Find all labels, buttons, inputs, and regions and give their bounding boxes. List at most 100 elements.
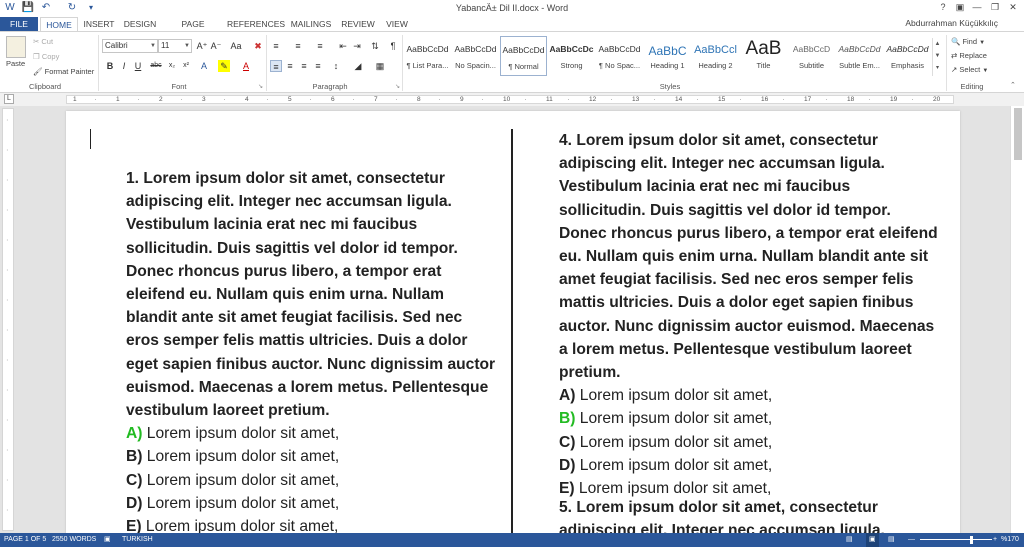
highlight-icon[interactable]: ✎ <box>218 60 230 72</box>
style-heading-1[interactable]: AaBbC Heading 1 <box>644 36 691 76</box>
zoom-level[interactable]: %170 <box>1001 533 1019 547</box>
borders-icon[interactable]: ▦ <box>374 60 386 72</box>
answer-option[interactable]: D) Lorem ipsum dolor sit amet, <box>559 454 939 477</box>
answer-option[interactable]: B) Lorem ipsum dolor sit amet, <box>126 445 496 468</box>
style-normal[interactable]: AaBbCcDd ¶ Normal <box>500 36 547 76</box>
chevron-down-icon[interactable]: ▼ <box>935 53 941 59</box>
style-heading-2[interactable]: AaBbCcl Heading 2 <box>692 36 739 76</box>
question-4[interactable]: 4. Lorem ipsum dolor sit amet, consectet… <box>559 129 939 500</box>
increase-indent-icon[interactable]: ⇥ <box>351 40 363 52</box>
font-dialog-launcher-icon[interactable]: ↘ <box>258 83 263 90</box>
option-text: Lorem ipsum dolor sit amet, <box>575 410 773 428</box>
multilevel-list-icon[interactable]: ≡ <box>314 40 326 52</box>
paste-icon[interactable] <box>6 36 26 58</box>
tab-selector-icon[interactable]: L <box>4 94 14 104</box>
line-spacing-icon[interactable]: ↕ <box>330 60 342 72</box>
tab-mailings[interactable]: MAILINGS <box>288 17 334 32</box>
style-subtitle[interactable]: AaBbCcD Subtitle <box>788 36 835 76</box>
print-layout-icon[interactable]: ▣ <box>866 533 879 547</box>
strikethrough-icon[interactable]: abc <box>150 60 162 72</box>
decrease-indent-icon[interactable]: ⇤ <box>337 40 349 52</box>
minimize-icon[interactable]: — <box>970 1 984 14</box>
bullets-icon[interactable]: ≡ <box>270 40 282 52</box>
format-painter-button[interactable]: 🖌 Format Painter <box>33 67 94 76</box>
font-name-combo[interactable]: Calibri ▼ <box>102 39 158 53</box>
group-divider <box>946 35 947 91</box>
tab-insert[interactable]: INSERT <box>80 17 118 32</box>
change-case-icon[interactable]: Aa <box>228 40 244 52</box>
cut-button[interactable]: ✂ Cut <box>33 37 53 46</box>
font-size-combo[interactable]: 11 ▼ <box>158 39 192 53</box>
collapse-ribbon-icon[interactable]: ⌃ <box>1010 81 1016 89</box>
tab-page-layout[interactable]: PAGE LAYOUT <box>164 17 222 43</box>
paragraph-dialog-launcher-icon[interactable]: ↘ <box>395 83 400 90</box>
style-title[interactable]: AaB Title <box>740 36 787 76</box>
horizontal-ruler[interactable]: 1 · 1 · 2 · 3 · 4 · 5 · 6 · 7 · 8 · 9 · 10 · 11 · 12 · 13 · 14 · 15 · 16… <box>66 95 954 104</box>
zoom-in-icon[interactable]: + <box>993 533 997 547</box>
answer-option[interactable]: A) Lorem ipsum dolor sit amet, <box>559 384 939 407</box>
language-indicator[interactable]: TURKISH <box>122 533 153 547</box>
help-icon[interactable]: ? <box>936 1 950 14</box>
shading-icon[interactable]: ◢ <box>352 60 364 72</box>
answer-option[interactable]: A) Lorem ipsum dolor sit amet, <box>126 422 496 445</box>
show-formatting-icon[interactable]: ¶ <box>387 40 399 52</box>
subscript-icon[interactable]: x₂ <box>166 60 178 72</box>
text-effects-icon[interactable]: A <box>198 60 210 72</box>
style-emphasis[interactable]: AaBbCcDd Emphasis <box>884 36 931 76</box>
more-styles-icon[interactable]: ▾ <box>936 65 939 71</box>
answer-option[interactable]: C) Lorem ipsum dolor sit amet, <box>126 469 496 492</box>
tab-home[interactable]: HOME <box>40 17 78 32</box>
zoom-out-icon[interactable]: — <box>908 533 915 547</box>
style-list-para[interactable]: AaBbCcDd ¶ List Para... <box>404 36 451 76</box>
align-left-icon[interactable]: ≡ <box>270 60 282 72</box>
numbering-icon[interactable]: ≡ <box>292 40 304 52</box>
style-strong[interactable]: AaBbCcDc Strong <box>548 36 595 76</box>
copy-button[interactable]: ❐ Copy <box>33 52 59 61</box>
question-1[interactable]: 1. Lorem ipsum dolor sit amet, consectet… <box>126 167 496 538</box>
style-subtle-em[interactable]: AaBbCcDd Subtle Em... <box>836 36 883 76</box>
chevron-up-icon[interactable]: ▲ <box>935 41 941 47</box>
tab-design[interactable]: DESIGN <box>120 17 160 32</box>
close-icon[interactable]: ✕ <box>1006 1 1020 14</box>
scroll-thumb[interactable] <box>1014 108 1022 160</box>
word-count[interactable]: 2550 WORDS <box>52 533 96 547</box>
answer-option[interactable]: B) Lorem ipsum dolor sit amet, <box>559 407 939 430</box>
align-right-icon[interactable]: ≡ <box>298 60 310 72</box>
grow-font-icon[interactable]: A⁺ <box>196 40 208 52</box>
answer-option[interactable]: C) Lorem ipsum dolor sit amet, <box>559 431 939 454</box>
zoom-slider[interactable] <box>920 539 992 540</box>
replace-button[interactable]: ⇄ Replace <box>951 51 987 60</box>
vertical-scrollbar[interactable] <box>1010 106 1024 533</box>
answer-option[interactable]: D) Lorem ipsum dolor sit amet, <box>126 492 496 515</box>
font-color-icon[interactable]: A <box>240 60 252 72</box>
underline-icon[interactable]: U <box>132 60 144 72</box>
vertical-ruler[interactable]: · · · · · · · · · · · · · · <box>2 108 14 531</box>
justify-icon[interactable]: ≡ <box>312 60 324 72</box>
shrink-font-icon[interactable]: A⁻ <box>210 40 222 52</box>
proofing-icon[interactable]: ▣ <box>104 533 111 547</box>
tab-view[interactable]: VIEW <box>380 17 414 32</box>
select-button[interactable]: ↗ Select ▼ <box>951 65 988 74</box>
find-button[interactable]: 🔍 Find ▼ <box>951 37 985 46</box>
document-page[interactable]: 1. Lorem ipsum dolor sit amet, consectet… <box>66 111 960 547</box>
read-mode-icon[interactable]: ▤ <box>846 533 853 547</box>
user-name[interactable]: Abdurrahman Küçükkılıç <box>905 18 998 28</box>
italic-icon[interactable]: I <box>118 60 130 72</box>
bold-icon[interactable]: B <box>104 60 116 72</box>
tab-references[interactable]: REFERENCES <box>226 17 286 32</box>
paste-button[interactable]: Paste <box>6 59 25 68</box>
tab-review[interactable]: REVIEW <box>338 17 378 32</box>
page-count[interactable]: PAGE 1 OF 5 <box>4 533 46 547</box>
web-layout-icon[interactable]: ▤ <box>888 533 895 547</box>
align-center-icon[interactable]: ≡ <box>284 60 296 72</box>
tab-file[interactable]: FILE <box>0 17 38 32</box>
style-no-spacin[interactable]: AaBbCcDd No Spacin... <box>452 36 499 76</box>
superscript-icon[interactable]: x² <box>180 60 192 72</box>
zoom-slider-thumb[interactable] <box>970 536 974 544</box>
clear-formatting-icon[interactable]: ✖ <box>252 40 264 52</box>
restore-icon[interactable]: ❐ <box>988 1 1002 14</box>
styles-scroll[interactable]: ▲ ▼ ▾ <box>932 38 942 76</box>
ribbon-display-icon[interactable]: ▣ <box>953 1 967 14</box>
style-no-spac[interactable]: AaBbCcDd ¶ No Spac... <box>596 36 643 76</box>
sort-icon[interactable]: ⇅ <box>369 40 381 52</box>
